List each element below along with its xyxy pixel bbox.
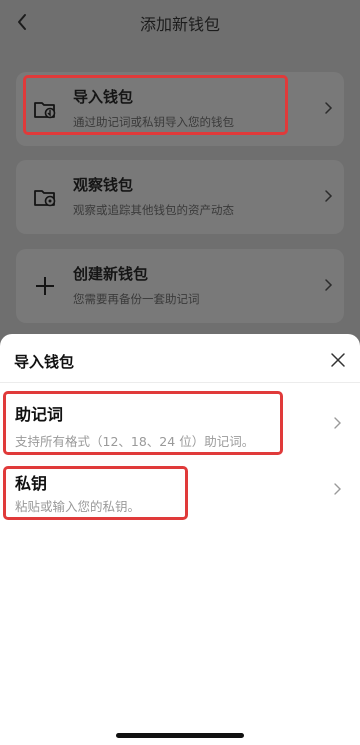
home-indicator (116, 733, 244, 738)
chevron-right-icon (334, 483, 341, 495)
option-title: 助记词 (15, 405, 64, 424)
watch-wallet-card[interactable]: 观察钱包 观察或追踪其他钱包的资产动态 (16, 160, 344, 234)
private-key-option[interactable]: 私钥 粘贴或输入您的私钥。 (0, 462, 360, 518)
card-subtitle: 观察或追踪其他钱包的资产动态 (73, 203, 234, 217)
card-subtitle: 您需要再备份一套助记词 (73, 292, 200, 306)
wallet-import-icon (34, 102, 56, 119)
option-subtitle: 粘贴或输入您的私钥。 (15, 499, 141, 514)
card-subtitle: 通过助记词或私钥导入您的钱包 (73, 115, 234, 129)
plus-icon (36, 277, 54, 295)
chevron-right-icon (325, 102, 333, 114)
card-title: 创建新钱包 (73, 265, 149, 283)
page-title: 添加新钱包 (139, 15, 220, 34)
import-wallet-sheet: 导入钱包 助记词 支持所有格式（12、18、24 位）助记词。 私钥 粘贴或输入… (0, 334, 360, 745)
sheet-title: 导入钱包 (14, 353, 75, 371)
wallet-watch-icon (34, 190, 56, 207)
option-title: 私钥 (15, 474, 48, 493)
option-subtitle: 支持所有格式（12、18、24 位）助记词。 (15, 434, 255, 449)
chevron-right-icon (325, 190, 333, 202)
divider (0, 382, 360, 383)
top-bar: 添加新钱包 (0, 0, 360, 44)
card-title: 导入钱包 (73, 88, 134, 106)
chevron-right-icon (325, 279, 333, 291)
import-wallet-card[interactable]: 导入钱包 通过助记词或私钥导入您的钱包 (16, 72, 344, 146)
create-wallet-card[interactable]: 创建新钱包 您需要再备份一套助记词 (16, 249, 344, 323)
close-icon[interactable] (328, 350, 348, 370)
mnemonic-option[interactable]: 助记词 支持所有格式（12、18、24 位）助记词。 (0, 390, 360, 460)
chevron-right-icon (334, 417, 341, 429)
card-title: 观察钱包 (73, 176, 134, 194)
